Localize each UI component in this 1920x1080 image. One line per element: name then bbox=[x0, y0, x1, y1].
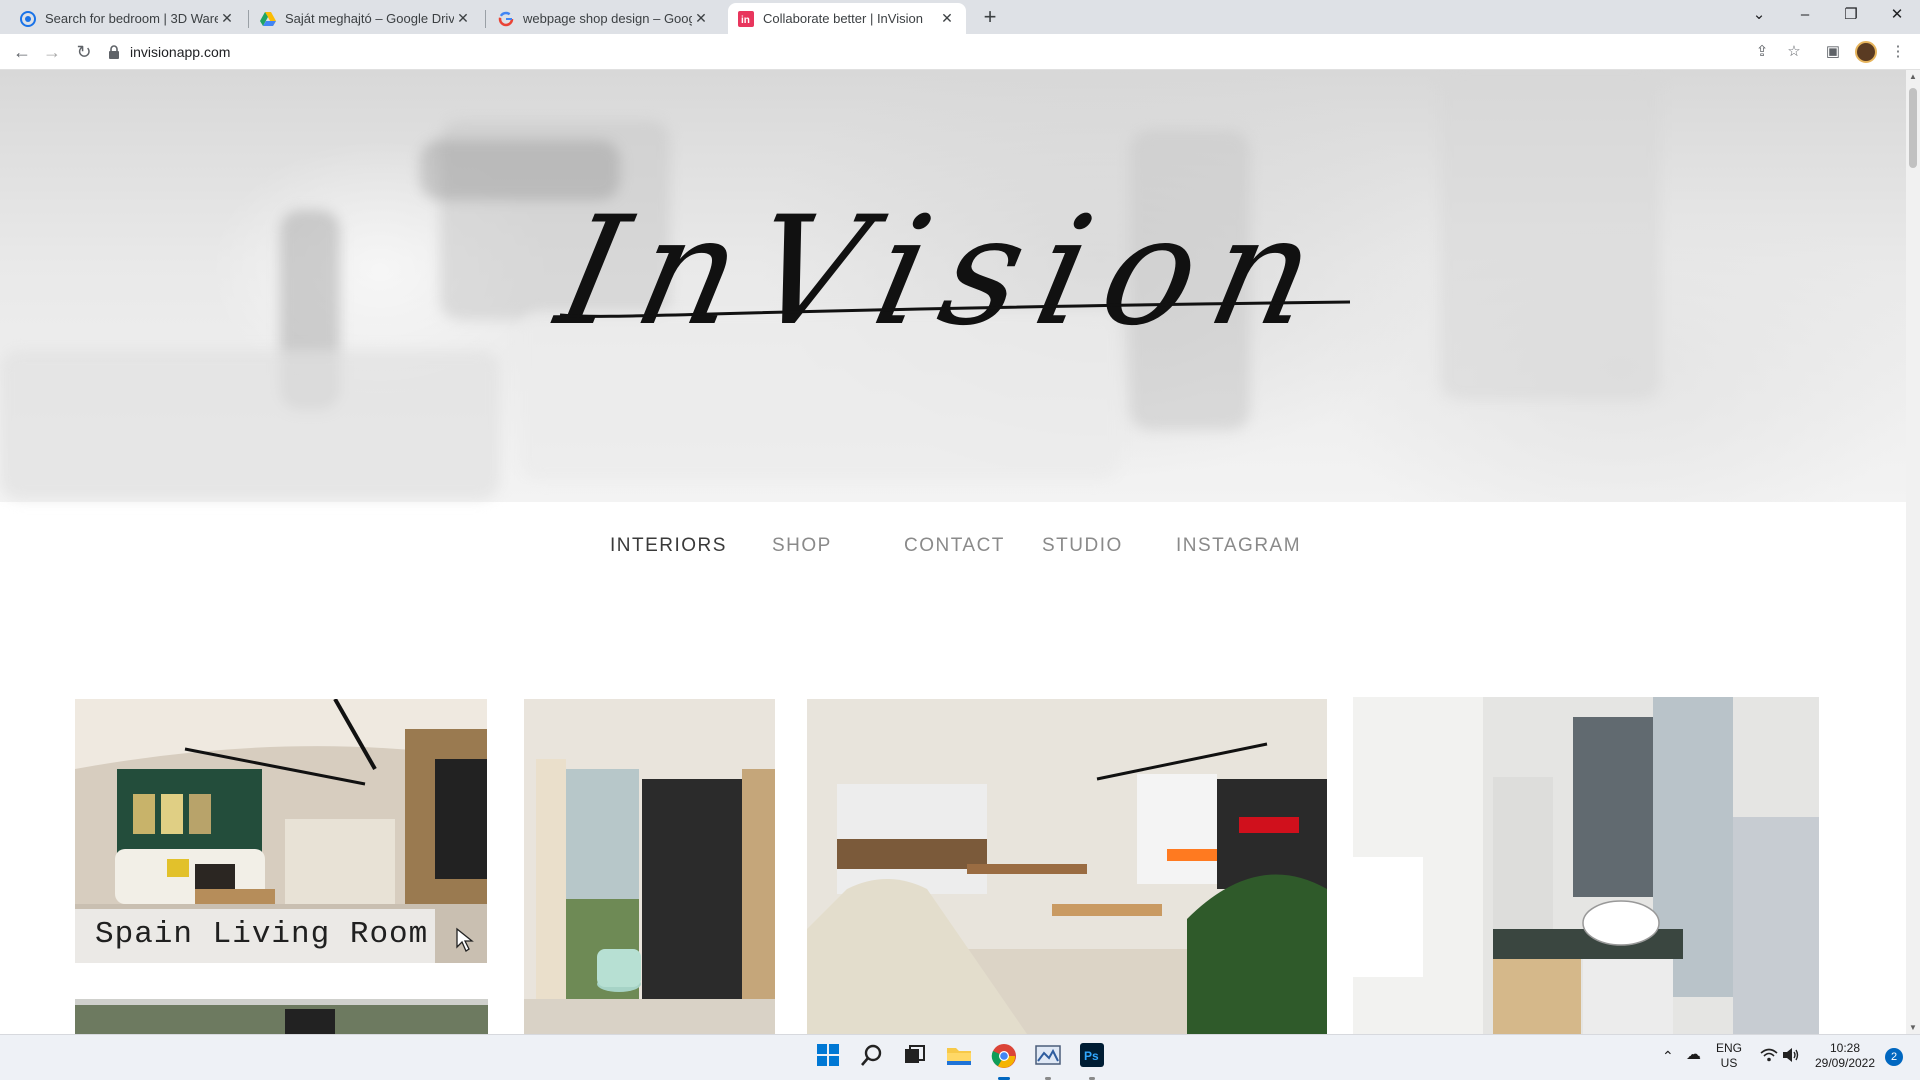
volume-icon[interactable] bbox=[1782, 1047, 1800, 1067]
clock-time: 10:28 bbox=[1829, 1041, 1861, 1055]
bathroom-render-image bbox=[1353, 697, 1819, 1034]
notification-badge[interactable]: 2 bbox=[1885, 1048, 1903, 1066]
back-arrow-icon[interactable]: ← bbox=[10, 40, 34, 64]
bookmark-star-icon[interactable]: ☆ bbox=[1784, 42, 1804, 62]
side-panel-icon[interactable]: ▣ bbox=[1823, 42, 1843, 62]
share-icon[interactable]: ⇪ bbox=[1752, 42, 1772, 62]
nav-shop[interactable]: SHOP bbox=[772, 535, 832, 557]
url-text: invisionapp.com bbox=[130, 44, 231, 60]
windows-taskbar: Ps ⌃ ☁ ENG US 10:28 29/09/2022 2 bbox=[0, 1034, 1920, 1080]
gallery-card-spain-living-room[interactable]: Spain Living Room bbox=[75, 699, 487, 963]
browser-toolbar: ← → ↻ invisionapp.com ⇪ ☆ ▣ ⋮ bbox=[0, 34, 1920, 70]
mouse-cursor-icon bbox=[456, 927, 474, 952]
nav-instagram[interactable]: INSTAGRAM bbox=[1176, 535, 1301, 557]
tab-title: Saját meghajtó – Google Drive bbox=[285, 11, 454, 26]
google-icon bbox=[498, 11, 514, 26]
wifi-icon[interactable] bbox=[1760, 1047, 1778, 1066]
invision-icon: in bbox=[738, 10, 754, 27]
svg-text:Ps: Ps bbox=[1084, 1049, 1099, 1063]
address-bar[interactable]: invisionapp.com bbox=[108, 38, 1768, 66]
image-viewer-icon[interactable] bbox=[1033, 1043, 1063, 1073]
close-tab-icon[interactable]: ✕ bbox=[692, 10, 710, 27]
tab-google-search[interactable]: webpage shop design – Google ✕ bbox=[488, 3, 720, 34]
menu-kebab-icon[interactable]: ⋮ bbox=[1888, 42, 1908, 62]
gallery-card-open-living-kitchen[interactable] bbox=[807, 699, 1327, 1034]
gallery-card-bathroom[interactable] bbox=[1353, 697, 1819, 1034]
svg-text:in: in bbox=[741, 15, 750, 26]
gallery-card-next-row[interactable] bbox=[75, 999, 488, 1034]
minimize-button[interactable]: – bbox=[1782, 0, 1828, 30]
search-icon[interactable] bbox=[857, 1043, 887, 1073]
file-explorer-icon[interactable] bbox=[944, 1043, 974, 1073]
forward-arrow-icon[interactable]: → bbox=[40, 40, 64, 64]
close-window-button[interactable]: ✕ bbox=[1874, 0, 1920, 30]
clock-date: 29/09/2022 bbox=[1814, 1056, 1876, 1070]
tab-3d-warehouse[interactable]: Search for bedroom | 3D Wareho ✕ bbox=[10, 3, 246, 34]
profile-avatar[interactable] bbox=[1855, 41, 1877, 63]
svg-text:InVision: InVision bbox=[542, 184, 1348, 359]
windows-start-icon[interactable] bbox=[813, 1043, 843, 1073]
page-scrollbar[interactable]: ▲ ▼ bbox=[1906, 70, 1920, 1034]
google-drive-icon bbox=[260, 11, 276, 26]
next-render-image bbox=[75, 999, 488, 1034]
clock[interactable]: 10:28 29/09/2022 bbox=[1812, 1041, 1878, 1071]
wardrobe-render-image bbox=[524, 699, 775, 1034]
reload-icon[interactable]: ↻ bbox=[72, 40, 96, 64]
page-viewport: InVision INTERIORS SHOP CONTACT STUDIO I… bbox=[0, 70, 1906, 1034]
tab-google-drive[interactable]: Saját meghajtó – Google Drive ✕ bbox=[250, 3, 482, 34]
nav-contact[interactable]: CONTACT bbox=[904, 535, 1005, 557]
invision-script-logo[interactable]: InVision bbox=[0, 70, 1906, 502]
nav-studio[interactable]: STUDIO bbox=[1042, 535, 1123, 557]
chrome-icon[interactable] bbox=[989, 1043, 1019, 1073]
lock-icon[interactable] bbox=[108, 45, 120, 59]
close-tab-icon[interactable]: ✕ bbox=[938, 10, 956, 27]
browser-tab-strip: Search for bedroom | 3D Wareho ✕ Saját m… bbox=[0, 0, 1920, 34]
card-caption: Spain Living Room bbox=[75, 909, 435, 963]
scrollbar-thumb[interactable] bbox=[1909, 88, 1917, 168]
close-tab-icon[interactable]: ✕ bbox=[218, 10, 236, 27]
task-view-icon[interactable] bbox=[900, 1043, 930, 1073]
open-plan-render-image bbox=[807, 699, 1327, 1034]
onedrive-cloud-icon[interactable]: ☁ bbox=[1686, 1047, 1701, 1062]
photoshop-icon[interactable]: Ps bbox=[1077, 1043, 1107, 1073]
tab-title: webpage shop design – Google bbox=[523, 11, 692, 26]
tab-title: Collaborate better | InVision bbox=[763, 11, 923, 26]
restore-button[interactable]: ❐ bbox=[1828, 0, 1874, 30]
new-tab-button[interactable]: + bbox=[976, 4, 1004, 32]
tab-invision[interactable]: in Collaborate better | InVision ✕ bbox=[728, 3, 966, 34]
language-indicator[interactable]: ENG US bbox=[1716, 1041, 1742, 1071]
nav-interiors[interactable]: INTERIORS bbox=[610, 535, 727, 557]
close-tab-icon[interactable]: ✕ bbox=[454, 10, 472, 27]
tab-search-dropdown-icon[interactable]: ⌄ bbox=[1736, 0, 1782, 30]
show-hidden-icons-chevron-icon[interactable]: ⌃ bbox=[1662, 1049, 1674, 1064]
gallery-card-bedroom-wardrobe[interactable] bbox=[524, 699, 775, 1034]
3d-warehouse-icon bbox=[20, 10, 36, 27]
tab-title: Search for bedroom | 3D Wareho bbox=[45, 11, 218, 26]
